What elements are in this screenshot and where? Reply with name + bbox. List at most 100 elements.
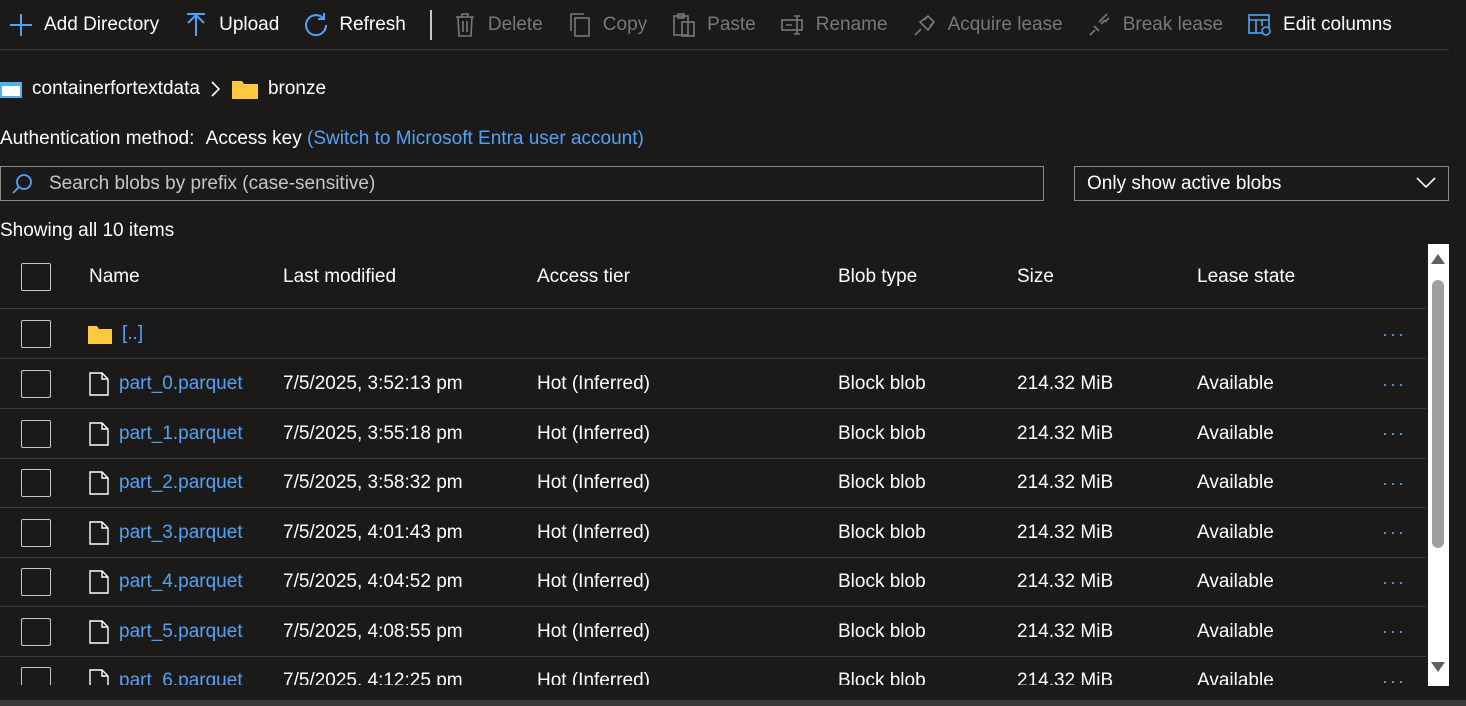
file-icon xyxy=(89,619,109,644)
add-directory-label: Add Directory xyxy=(44,13,160,35)
column-last-modified[interactable]: Last modified xyxy=(283,252,396,302)
blob-name-link[interactable]: part_6.parquet xyxy=(119,670,243,685)
blob-name-link[interactable]: part_3.parquet xyxy=(119,522,243,544)
folder-icon xyxy=(231,79,258,99)
blob-name-link[interactable]: part_4.parquet xyxy=(119,571,243,593)
size-cell: 214.32 MiB xyxy=(1017,620,1114,642)
upload-button[interactable]: Upload xyxy=(183,5,279,45)
access-tier-cell: Hot (Inferred) xyxy=(537,620,650,642)
column-access-tier[interactable]: Access tier xyxy=(537,252,630,302)
access-tier-cell: Hot (Inferred) xyxy=(537,373,650,394)
table-row[interactable]: part_0.parquet 7/5/2025, 3:52:13 pm Hot (I… xyxy=(0,359,1426,409)
search-box[interactable] xyxy=(0,166,1044,201)
blob-type-cell: Block blob xyxy=(838,571,926,592)
last-modified-cell: 7/5/2025, 4:08:55 pm xyxy=(283,620,463,642)
items-summary: Showing all 10 items xyxy=(0,220,175,241)
add-directory-button[interactable]: Add Directory xyxy=(8,5,159,45)
name-cell: part_6.parquet xyxy=(89,656,243,685)
switch-auth-link[interactable]: (Switch to Microsoft Entra user account) xyxy=(307,128,644,149)
size-cell: 214.32 MiB xyxy=(1017,521,1114,543)
blob-name-link[interactable]: part_1.parquet xyxy=(119,423,243,445)
plug-disconnect-icon xyxy=(1087,12,1113,38)
parent-folder-link[interactable]: [..] xyxy=(122,323,143,345)
table-row[interactable]: part_5.parquet 7/5/2025, 4:08:55 pm Hot (I… xyxy=(0,607,1426,657)
size-cell: 214.32 MiB xyxy=(1017,422,1114,444)
blob-type-cell: Block blob xyxy=(838,670,926,685)
search-input[interactable] xyxy=(49,172,1043,195)
table-row[interactable]: part_6.parquet 7/5/2025, 4:12:25 pm Hot (I… xyxy=(0,656,1426,685)
last-modified-cell: 7/5/2025, 3:58:32 pm xyxy=(283,472,463,493)
lease-state-cell: Available xyxy=(1197,422,1274,444)
row-checkbox[interactable] xyxy=(21,419,51,448)
authentication-method: Authentication method: Access key (Switc… xyxy=(0,128,644,150)
name-cell: part_4.parquet xyxy=(89,557,243,607)
table-row[interactable]: part_3.parquet 7/5/2025, 4:01:43 pm Hot (I… xyxy=(0,508,1426,558)
break-lease-button[interactable]: Break lease xyxy=(1087,5,1223,45)
blob-name-link[interactable]: part_2.parquet xyxy=(119,472,243,494)
size-cell: 214.32 MiB xyxy=(1017,670,1114,685)
column-blob-type[interactable]: Blob type xyxy=(838,252,917,302)
upload-label: Upload xyxy=(219,13,280,35)
edit-columns-icon xyxy=(1247,12,1273,38)
more-options-icon[interactable]: ··· xyxy=(1382,458,1406,508)
delete-button[interactable]: Delete xyxy=(452,5,543,45)
row-checkbox[interactable] xyxy=(21,568,51,596)
more-options-icon[interactable]: ··· xyxy=(1382,409,1406,459)
row-checkbox[interactable] xyxy=(21,617,51,646)
column-name[interactable]: Name xyxy=(89,252,140,302)
breadcrumb-folder: bronze xyxy=(267,78,327,99)
blob-name-link[interactable]: part_0.parquet xyxy=(119,373,243,395)
paste-button[interactable]: Paste xyxy=(671,5,756,45)
file-icon xyxy=(89,421,109,446)
table-row[interactable]: part_4.parquet 7/5/2025, 4:04:52 pm Hot (I… xyxy=(0,557,1426,607)
row-checkbox[interactable] xyxy=(21,469,51,497)
container-icon xyxy=(0,80,22,98)
column-size[interactable]: Size xyxy=(1017,252,1054,302)
table-row[interactable]: part_2.parquet 7/5/2025, 3:58:32 pm Hot (I… xyxy=(0,458,1426,508)
bottom-edge xyxy=(0,700,1466,706)
chevron-right-icon xyxy=(210,81,220,97)
table-row[interactable]: part_1.parquet 7/5/2025, 3:55:18 pm Hot (I… xyxy=(0,409,1426,459)
scroll-up-icon[interactable] xyxy=(1431,254,1445,264)
lease-state-cell: Available xyxy=(1197,373,1274,394)
more-options-icon[interactable]: ··· xyxy=(1382,656,1406,686)
row-checkbox[interactable] xyxy=(21,370,51,398)
name-cell: part_5.parquet xyxy=(89,607,243,657)
parent-folder-row[interactable]: [..] ··· xyxy=(0,309,1426,359)
blob-filter-dropdown[interactable]: Only show active blobs xyxy=(1074,166,1449,201)
select-all-checkbox[interactable] xyxy=(21,263,51,291)
lease-state-cell: Available xyxy=(1197,620,1274,642)
copy-label: Copy xyxy=(602,13,648,35)
row-checkbox[interactable] xyxy=(21,320,51,348)
copy-button[interactable]: Copy xyxy=(567,5,647,45)
more-options-icon[interactable]: ··· xyxy=(1382,359,1406,409)
more-options-icon[interactable]: ··· xyxy=(1382,607,1406,657)
name-cell: part_0.parquet xyxy=(89,359,243,409)
rename-button[interactable]: Rename xyxy=(780,5,888,45)
more-options-icon[interactable]: ··· xyxy=(1382,508,1406,558)
edit-columns-button[interactable]: Edit columns xyxy=(1247,5,1392,45)
acquire-lease-button[interactable]: Acquire lease xyxy=(912,5,1063,45)
clipboard-icon xyxy=(671,12,697,38)
more-options-icon[interactable]: ··· xyxy=(1382,309,1406,359)
auth-value: Access key xyxy=(205,128,302,149)
breadcrumb-container[interactable]: containerfortextdata xyxy=(32,78,200,100)
rename-label: Rename xyxy=(815,13,888,35)
file-icon xyxy=(89,471,109,495)
last-modified-cell: 7/5/2025, 4:04:52 pm xyxy=(283,571,463,592)
size-cell: 214.32 MiB xyxy=(1017,571,1114,592)
row-checkbox[interactable] xyxy=(21,667,51,685)
scroll-thumb[interactable] xyxy=(1432,280,1444,548)
file-icon xyxy=(89,372,109,396)
row-checkbox[interactable] xyxy=(21,518,51,547)
refresh-button[interactable]: Refresh xyxy=(303,5,406,45)
more-options-icon[interactable]: ··· xyxy=(1382,557,1406,607)
size-cell: 214.32 MiB xyxy=(1017,373,1114,394)
vertical-scrollbar[interactable] xyxy=(1428,244,1449,686)
parent-folder-cell: [..] xyxy=(88,309,143,359)
paste-label: Paste xyxy=(707,13,756,35)
command-bar: Add Directory Upload Refresh Delete Copy… xyxy=(0,0,1449,50)
blob-name-link[interactable]: part_5.parquet xyxy=(119,621,243,643)
scroll-down-icon[interactable] xyxy=(1431,662,1445,672)
column-lease-state[interactable]: Lease state xyxy=(1197,252,1295,302)
